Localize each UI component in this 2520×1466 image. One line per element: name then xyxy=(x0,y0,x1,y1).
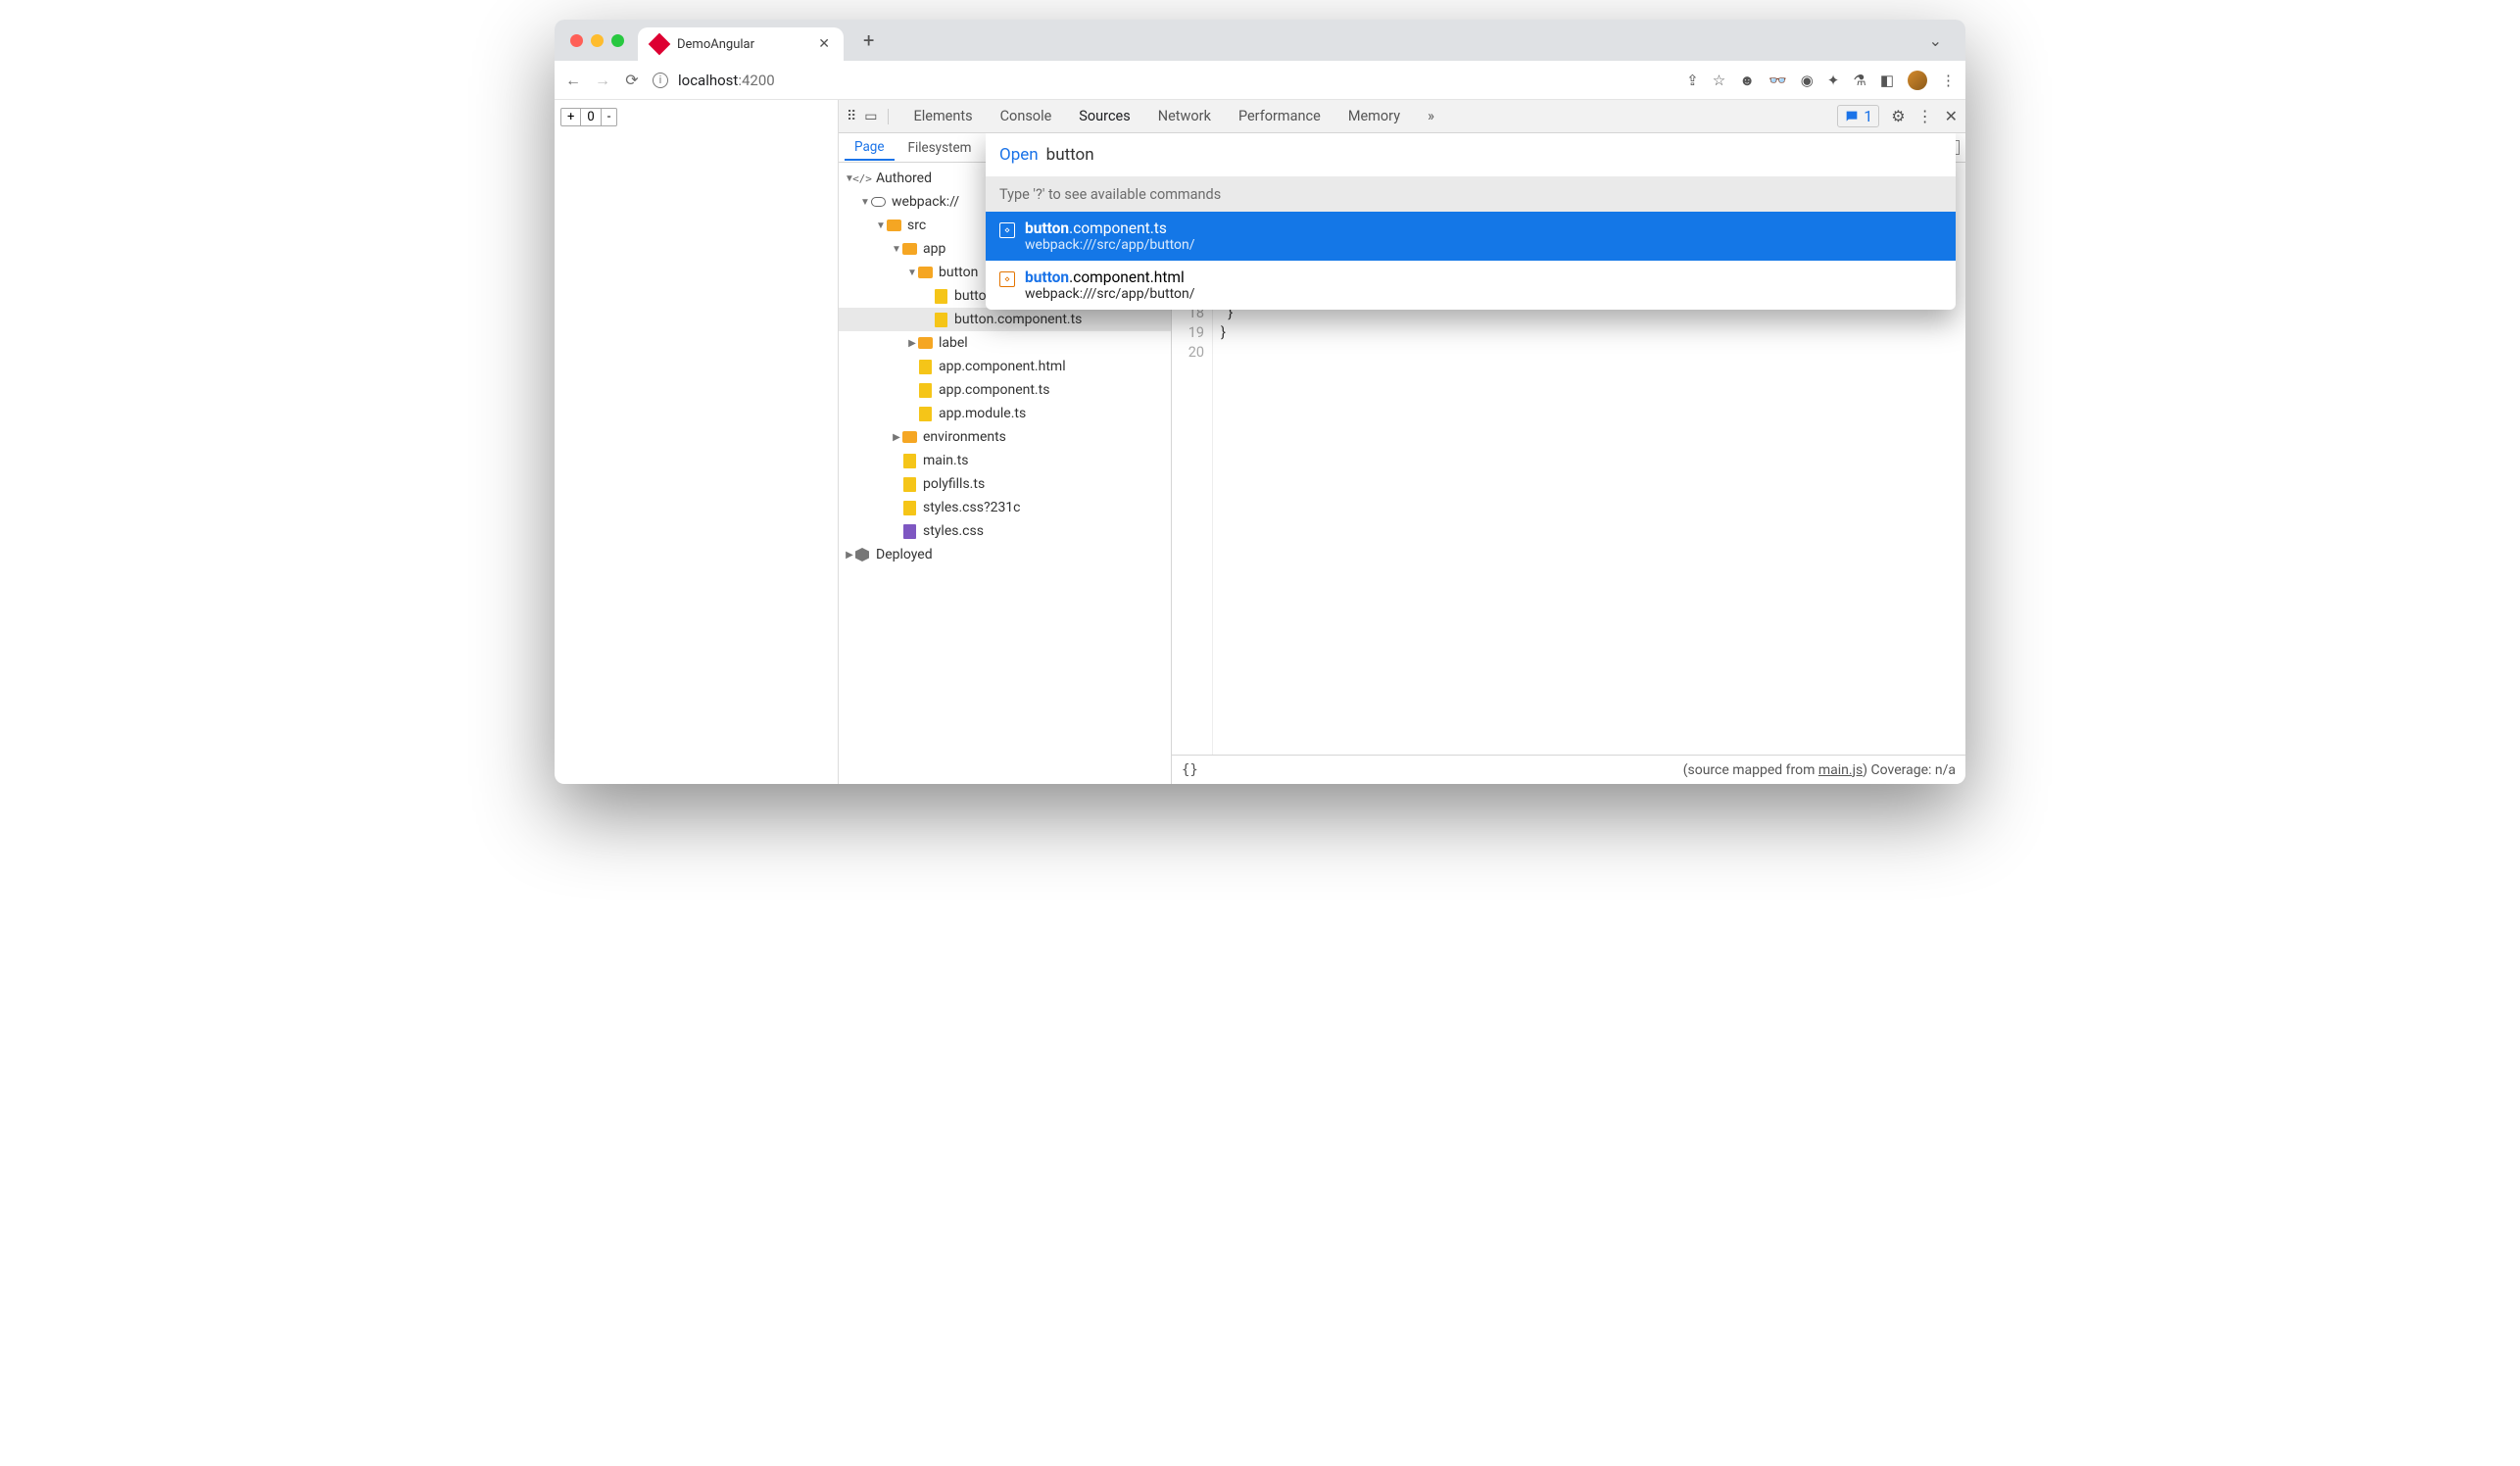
page-viewport: + 0 - xyxy=(555,100,839,784)
open-label: Open xyxy=(999,145,1039,165)
url-host: localhost xyxy=(678,72,738,89)
html-file-icon: ⋄ xyxy=(999,271,1015,287)
open-file-hint: Type '?' to see available commands xyxy=(986,176,1956,212)
browser-tab[interactable]: DemoAngular ✕ xyxy=(638,27,844,61)
issues-button[interactable]: 1 xyxy=(1837,105,1879,127)
tab-title: DemoAngular xyxy=(677,37,808,52)
inspect-element-icon[interactable]: ⠿ xyxy=(847,109,856,124)
tree-deployed[interactable]: ▶Deployed xyxy=(839,543,1171,566)
open-result-0[interactable]: ⋄ button.component.ts webpack:///src/app… xyxy=(986,212,1956,261)
labs-icon[interactable]: ⚗ xyxy=(1853,72,1866,89)
extension-icon-1[interactable]: ☻ xyxy=(1739,72,1755,89)
tabs-overflow-button[interactable]: » xyxy=(1416,102,1446,130)
tree-main-ts[interactable]: main.ts xyxy=(839,449,1171,472)
tab-performance[interactable]: Performance xyxy=(1227,102,1333,130)
chrome-menu-button[interactable]: ⋮ xyxy=(1941,72,1956,89)
tree-styles-css[interactable]: styles.css xyxy=(839,519,1171,543)
tab-elements[interactable]: Elements xyxy=(902,102,985,130)
tree-label-folder[interactable]: ▶label xyxy=(839,331,1171,355)
chat-icon xyxy=(1844,109,1860,124)
open-result-1-path: webpack:///src/app/button/ xyxy=(1025,286,1195,302)
site-info-icon[interactable]: i xyxy=(653,73,668,88)
minimize-window-button[interactable] xyxy=(591,34,604,47)
close-tab-button[interactable]: ✕ xyxy=(818,36,830,52)
tree-app-ts[interactable]: app.component.ts xyxy=(839,378,1171,402)
back-button[interactable]: ← xyxy=(564,71,582,90)
tree-app-html[interactable]: app.component.html xyxy=(839,355,1171,378)
window-titlebar: DemoAngular ✕ + ⌄ xyxy=(555,20,1965,61)
extension-icon-2[interactable]: 👓 xyxy=(1769,72,1787,89)
open-file-input[interactable] xyxy=(1046,145,1942,165)
profile-avatar[interactable] xyxy=(1908,71,1927,90)
close-window-button[interactable] xyxy=(570,34,583,47)
editor-footer: {} (source mapped from main.js) Coverage… xyxy=(1172,755,1965,784)
open-file-popover: Open Type '?' to see available commands … xyxy=(986,133,1956,310)
tab-memory[interactable]: Memory xyxy=(1336,102,1412,130)
counter-minus-button[interactable]: - xyxy=(602,109,617,125)
devtools-tabs: ⠿ ▭ Elements Console Sources Network Per… xyxy=(839,100,1965,133)
counter-widget: + 0 - xyxy=(560,108,617,126)
open-result-1[interactable]: ⋄ button.component.html webpack:///src/a… xyxy=(986,261,1956,310)
address-bar: ← → ⟳ i localhost:4200 ⇪ ☆ ☻ 👓 ◉ ✦ ⚗ ◧ ⋮ xyxy=(555,61,1965,100)
window-controls xyxy=(564,34,630,47)
devtools-panel: ⠿ ▭ Elements Console Sources Network Per… xyxy=(839,100,1965,784)
devtools-close-icon[interactable]: ✕ xyxy=(1945,107,1958,125)
tabs-dropdown-button[interactable]: ⌄ xyxy=(1915,31,1956,50)
tree-polyfills-ts[interactable]: polyfills.ts xyxy=(839,472,1171,496)
issues-count: 1 xyxy=(1864,107,1872,125)
extensions-menu-icon[interactable]: ✦ xyxy=(1827,72,1840,89)
devtools-more-icon[interactable]: ⋮ xyxy=(1917,107,1933,125)
bookmark-icon[interactable]: ☆ xyxy=(1713,72,1725,89)
angular-favicon-icon xyxy=(649,33,671,56)
source-map-link[interactable]: main.js xyxy=(1818,762,1863,778)
reload-button[interactable]: ⟳ xyxy=(623,71,641,89)
omnibox[interactable]: i localhost:4200 xyxy=(653,72,1674,89)
open-result-0-path: webpack:///src/app/button/ xyxy=(1025,237,1195,253)
tab-console[interactable]: Console xyxy=(989,102,1064,130)
tree-button-ts[interactable]: button.component.ts xyxy=(839,308,1171,331)
pretty-print-button[interactable]: {} xyxy=(1182,762,1198,778)
tree-styles-query[interactable]: styles.css?231c xyxy=(839,496,1171,519)
side-panel-icon[interactable]: ◧ xyxy=(1880,72,1894,89)
source-mapped-label: (source mapped from main.js) Coverage: n… xyxy=(1683,762,1956,778)
tree-app-module[interactable]: app.module.ts xyxy=(839,402,1171,425)
devtools-settings-icon[interactable]: ⚙ xyxy=(1891,107,1905,125)
url-port: :4200 xyxy=(738,72,774,89)
sidebar-tab-filesystem[interactable]: Filesystem xyxy=(898,136,982,160)
counter-value: 0 xyxy=(581,109,601,125)
forward-button[interactable]: → xyxy=(594,71,611,90)
sidebar-tab-page[interactable]: Page xyxy=(845,135,895,161)
extension-icon-3[interactable]: ◉ xyxy=(1801,72,1814,89)
tree-environments[interactable]: ▶environments xyxy=(839,425,1171,449)
new-tab-button[interactable]: + xyxy=(851,28,886,52)
tab-sources[interactable]: Sources xyxy=(1067,102,1141,130)
device-toolbar-icon[interactable]: ▭ xyxy=(864,109,877,124)
maximize-window-button[interactable] xyxy=(611,34,624,47)
ts-file-icon: ⋄ xyxy=(999,222,1015,238)
tab-network[interactable]: Network xyxy=(1146,102,1223,130)
share-icon[interactable]: ⇪ xyxy=(1686,72,1699,89)
counter-plus-button[interactable]: + xyxy=(561,109,581,125)
